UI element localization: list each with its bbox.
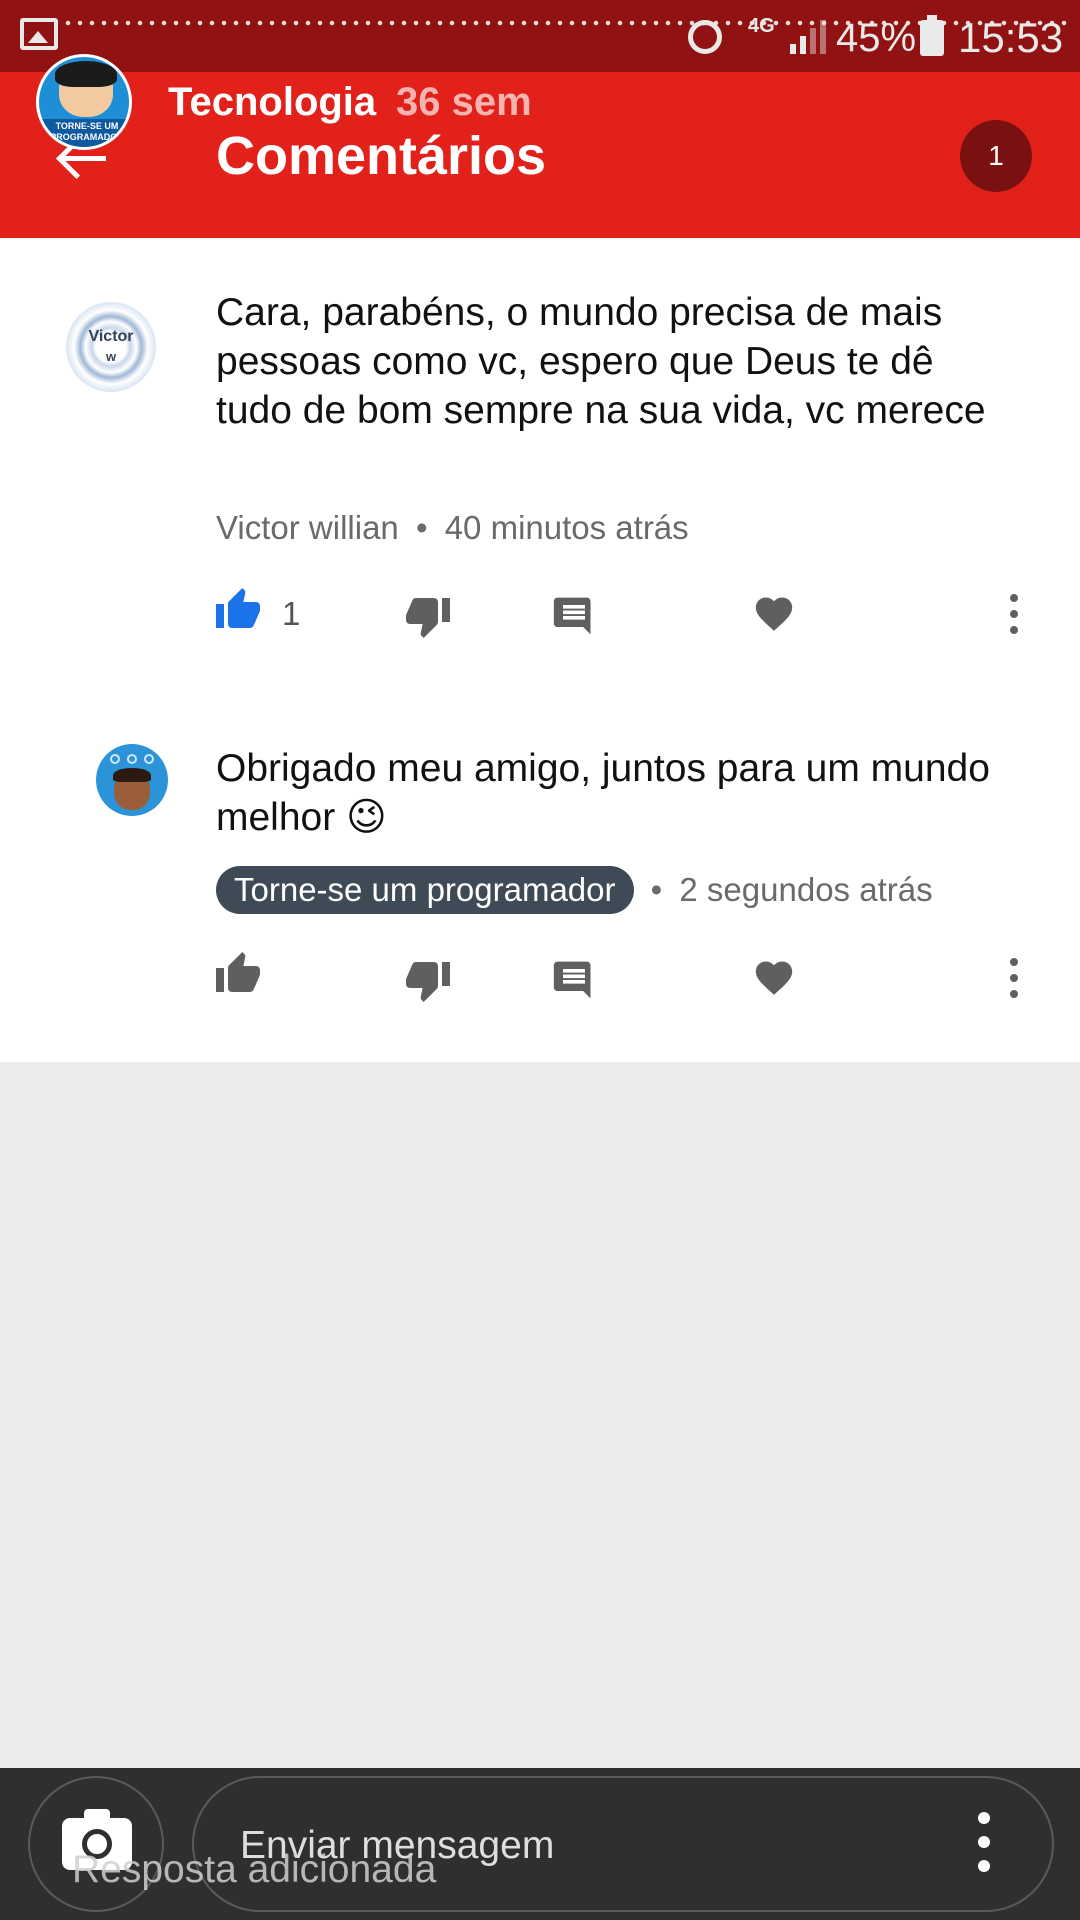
thumb-up-icon[interactable] xyxy=(214,950,270,1006)
comment-actions xyxy=(0,950,1080,1010)
comment-meta: Torne-se um programador • 2 segundos atr… xyxy=(216,866,933,914)
status-bar: 4G 45% 15:53 xyxy=(0,0,1080,72)
avatar-hair xyxy=(113,768,151,782)
notification-dots xyxy=(62,20,1070,26)
comment-list: Victor w Cara, parabéns, o mundo precisa… xyxy=(0,238,1080,1062)
comment-text: Obrigado meu amigo, juntos para um mundo… xyxy=(216,747,990,839)
thumb-down-icon[interactable] xyxy=(404,960,460,1016)
alarm-icon xyxy=(688,20,722,54)
app-header: TORNE-SE UM PROGRAMADOR Tecnologia 36 se… xyxy=(0,54,1080,238)
comment-time: 2 segundos atrás xyxy=(679,871,933,908)
logo-hair xyxy=(55,61,117,87)
author-chip[interactable]: Torne-se um programador xyxy=(216,866,634,914)
signal-icon xyxy=(790,18,826,54)
bottom-bar: Enviar mensagem Resposta adicionada xyxy=(0,1768,1080,1920)
network-type: 4G xyxy=(748,15,775,37)
heart-icon[interactable] xyxy=(752,956,808,1012)
toast-message: Resposta adicionada xyxy=(72,1848,437,1891)
meta-separator: • xyxy=(650,871,663,908)
screen: 4G 45% 15:53 TORNE-SE UM PROGRAMADOR Tec… xyxy=(0,0,1080,1920)
page-title: Comentários xyxy=(216,126,547,186)
gear-icon xyxy=(110,754,120,764)
channel-age: 36 sem xyxy=(396,80,532,124)
more-vertical-icon[interactable] xyxy=(974,1812,994,1876)
comment-icon[interactable] xyxy=(552,958,608,1014)
channel-logo[interactable]: TORNE-SE UM PROGRAMADOR xyxy=(36,54,132,150)
channel-name: Tecnologia xyxy=(168,80,377,124)
gear-icon xyxy=(144,754,154,764)
comment-count-badge[interactable]: 1 xyxy=(960,120,1032,192)
logo-text: TORNE-SE UM PROGRAMADOR xyxy=(50,121,124,142)
comment-item: Obrigado meu amigo, juntos para um mundo… xyxy=(0,238,1080,1062)
gear-icon xyxy=(127,754,137,764)
more-vertical-icon[interactable] xyxy=(1004,956,1034,1012)
gallery-icon xyxy=(20,18,58,50)
clock: 15:53 xyxy=(958,14,1064,61)
battery-icon xyxy=(920,15,944,56)
avatar[interactable] xyxy=(96,744,168,816)
battery-percent: 45% xyxy=(836,16,917,60)
